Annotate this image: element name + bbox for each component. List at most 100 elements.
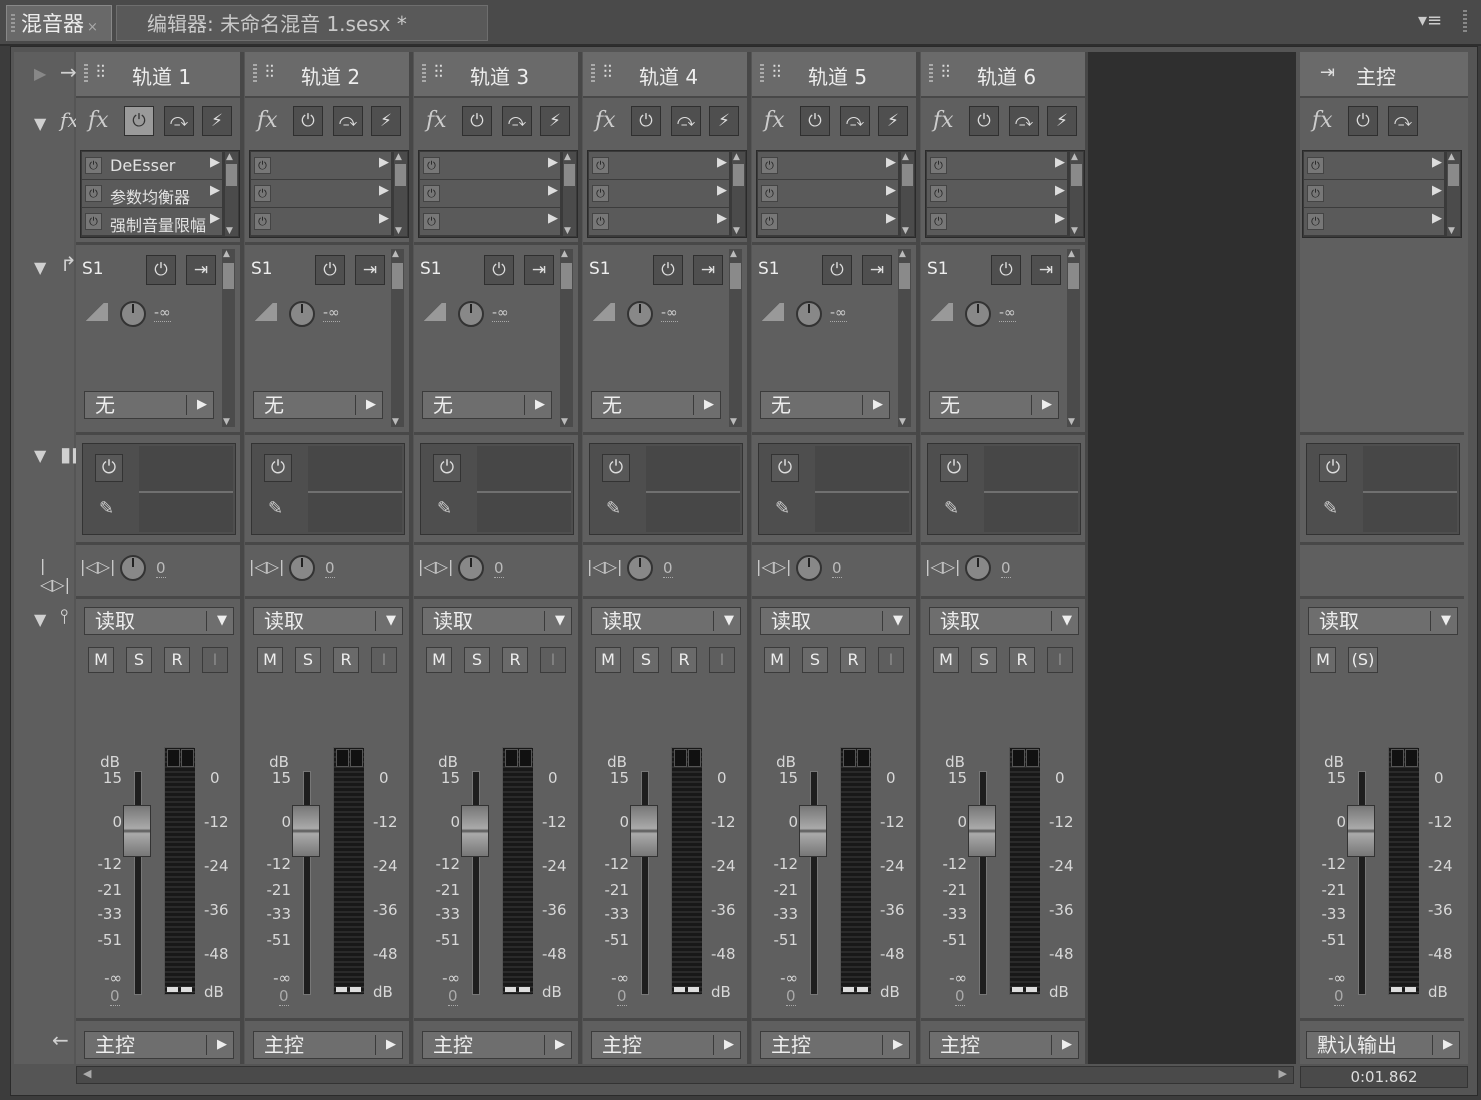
pan-knob[interactable] — [796, 555, 822, 581]
send-destination-dropdown[interactable]: 无 ▶ — [591, 391, 721, 419]
solo-button[interactable]: (S) — [1348, 647, 1378, 673]
mute-button[interactable]: M — [426, 647, 452, 673]
effects-scrollbar[interactable]: ▲ ▼ — [394, 152, 407, 236]
fx-bolt-button[interactable]: ⚡ — [878, 106, 908, 136]
fx-power-button[interactable]: ⏻ — [124, 106, 154, 136]
power-icon[interactable]: ⏻ — [930, 213, 947, 230]
volume-fader[interactable] — [292, 805, 320, 857]
power-icon[interactable]: ⏻ — [761, 157, 778, 174]
send-level-knob[interactable] — [965, 301, 991, 327]
effects-scrollbar[interactable]: ▲ ▼ — [1070, 152, 1083, 236]
eq-box[interactable]: ⏻ ✎ — [251, 443, 405, 535]
send-level-value[interactable]: -∞ — [830, 305, 847, 322]
effect-slot[interactable]: ⏻ ▶ — [927, 180, 1067, 208]
power-icon[interactable]: ⏻ — [930, 157, 947, 174]
volume-value[interactable]: 0 — [110, 987, 120, 1006]
slot-arrow-icon[interactable]: ▶ — [717, 211, 727, 226]
record-arm-button[interactable]: R — [164, 647, 190, 673]
effect-slot[interactable]: ⏻ ▶ — [589, 208, 729, 236]
pan-knob[interactable] — [627, 555, 653, 581]
eq-box[interactable]: ⏻ ✎ — [758, 443, 912, 535]
eq-box[interactable]: ⏻ ✎ — [82, 443, 236, 535]
slot-arrow-icon[interactable]: ▶ — [548, 211, 558, 226]
send-level-value[interactable]: -∞ — [492, 305, 509, 322]
track-header[interactable]: ⫶⫶ 轨道 1 — [76, 52, 240, 98]
send-power-button[interactable]: ⏻ — [822, 255, 852, 285]
send-power-button[interactable]: ⏻ — [991, 255, 1021, 285]
power-icon[interactable]: ⏻ — [761, 185, 778, 202]
effect-slot[interactable]: ⏻ ▶ — [758, 180, 898, 208]
send-prepost-button[interactable]: ⇥ — [1031, 255, 1061, 285]
power-icon[interactable]: ⏻ — [423, 213, 440, 230]
effects-scrollbar[interactable]: ▲ ▼ — [225, 152, 238, 236]
eq-graph[interactable] — [139, 446, 233, 532]
solo-button[interactable]: S — [126, 647, 152, 673]
send-level-knob[interactable] — [796, 301, 822, 327]
fx-bolt-button[interactable]: ⚡ — [202, 106, 232, 136]
eq-graph[interactable] — [815, 446, 909, 532]
track-header[interactable]: ⫶⫶ 轨道 5 — [752, 52, 916, 98]
effect-slot[interactable]: ⏻ ▶ — [251, 152, 391, 180]
effects-scrollbar[interactable]: ▲ ▼ — [563, 152, 576, 236]
volume-value[interactable]: 0 — [786, 987, 796, 1006]
effect-slot[interactable]: ⏻ ▶ — [927, 152, 1067, 180]
input-monitor-button[interactable]: I — [878, 647, 904, 673]
track-header[interactable]: ⫶⫶ 轨道 4 — [583, 52, 747, 98]
fx-power-button[interactable]: ⏻ — [462, 106, 492, 136]
record-arm-button[interactable]: R — [333, 647, 359, 673]
pan-value[interactable]: 0 — [156, 559, 166, 578]
send-level-knob[interactable] — [627, 301, 653, 327]
send-level-value[interactable]: -∞ — [154, 305, 171, 322]
panel-menu-icon[interactable]: ▾≡ — [1418, 10, 1442, 31]
pan-knob[interactable] — [120, 555, 146, 581]
eq-box[interactable]: ⏻ ✎ — [1306, 443, 1460, 535]
pan-knob[interactable] — [458, 555, 484, 581]
eq-power-button[interactable]: ⏻ — [771, 454, 799, 482]
send-prepost-button[interactable]: ⇥ — [355, 255, 385, 285]
input-monitor-button[interactable]: I — [371, 647, 397, 673]
eq-graph[interactable] — [308, 446, 402, 532]
fx-precut-button[interactable]: ⤼ — [840, 106, 870, 136]
volume-section-toggle[interactable]: ▼ — [34, 610, 46, 629]
mute-button[interactable]: M — [595, 647, 621, 673]
power-icon[interactable]: ⏻ — [592, 185, 609, 202]
send-power-button[interactable]: ⏻ — [315, 255, 345, 285]
power-icon[interactable]: ⏻ — [592, 157, 609, 174]
send-destination-dropdown[interactable]: 无 ▶ — [760, 391, 890, 419]
effect-slot[interactable]: ⏻ ▶ — [420, 152, 560, 180]
effects-scrollbar[interactable]: ▲ ▼ — [901, 152, 914, 236]
input-monitor-button[interactable]: I — [202, 647, 228, 673]
volume-fader[interactable] — [799, 805, 827, 857]
send-level-knob[interactable] — [458, 301, 484, 327]
pencil-icon[interactable]: ✎ — [775, 498, 790, 519]
volume-value[interactable]: 0 — [617, 987, 627, 1006]
effect-slot[interactable]: ⏻ ▶ — [758, 152, 898, 180]
eq-box[interactable]: ⏻ ✎ — [589, 443, 743, 535]
volume-value[interactable]: 0 — [279, 987, 289, 1006]
pencil-icon[interactable]: ✎ — [1323, 498, 1338, 519]
eq-section-toggle[interactable]: ▼ — [34, 446, 46, 465]
eq-graph[interactable] — [1363, 446, 1457, 532]
tab-editor[interactable]: 编辑器: 未命名混音 1.sesx * — [116, 5, 488, 41]
eq-power-button[interactable]: ⏻ — [1319, 454, 1347, 482]
volume-fader[interactable] — [968, 805, 996, 857]
output-dropdown[interactable]: 主控 ▶ — [929, 1031, 1079, 1059]
send-power-button[interactable]: ⏻ — [484, 255, 514, 285]
eq-power-button[interactable]: ⏻ — [95, 454, 123, 482]
pencil-icon[interactable]: ✎ — [268, 498, 283, 519]
slot-arrow-icon[interactable]: ▶ — [1055, 183, 1065, 198]
input-monitor-button[interactable]: I — [709, 647, 735, 673]
send-prepost-button[interactable]: ⇥ — [693, 255, 723, 285]
effect-slot[interactable]: ⏻ 强制音量限幅 ▶ — [82, 208, 222, 236]
automation-dropdown[interactable]: 读取 ▼ — [760, 607, 910, 635]
pan-knob[interactable] — [289, 555, 315, 581]
effect-slot[interactable]: ⏻ ▶ — [758, 208, 898, 236]
send-prepost-button[interactable]: ⇥ — [862, 255, 892, 285]
power-icon[interactable]: ⏻ — [1307, 213, 1324, 230]
pan-knob[interactable] — [965, 555, 991, 581]
input-monitor-button[interactable]: I — [1047, 647, 1073, 673]
automation-dropdown[interactable]: 读取 ▼ — [591, 607, 741, 635]
pan-value[interactable]: 0 — [325, 559, 335, 578]
power-icon[interactable]: ⏻ — [423, 157, 440, 174]
effect-slot[interactable]: ⏻ ▶ — [251, 208, 391, 236]
